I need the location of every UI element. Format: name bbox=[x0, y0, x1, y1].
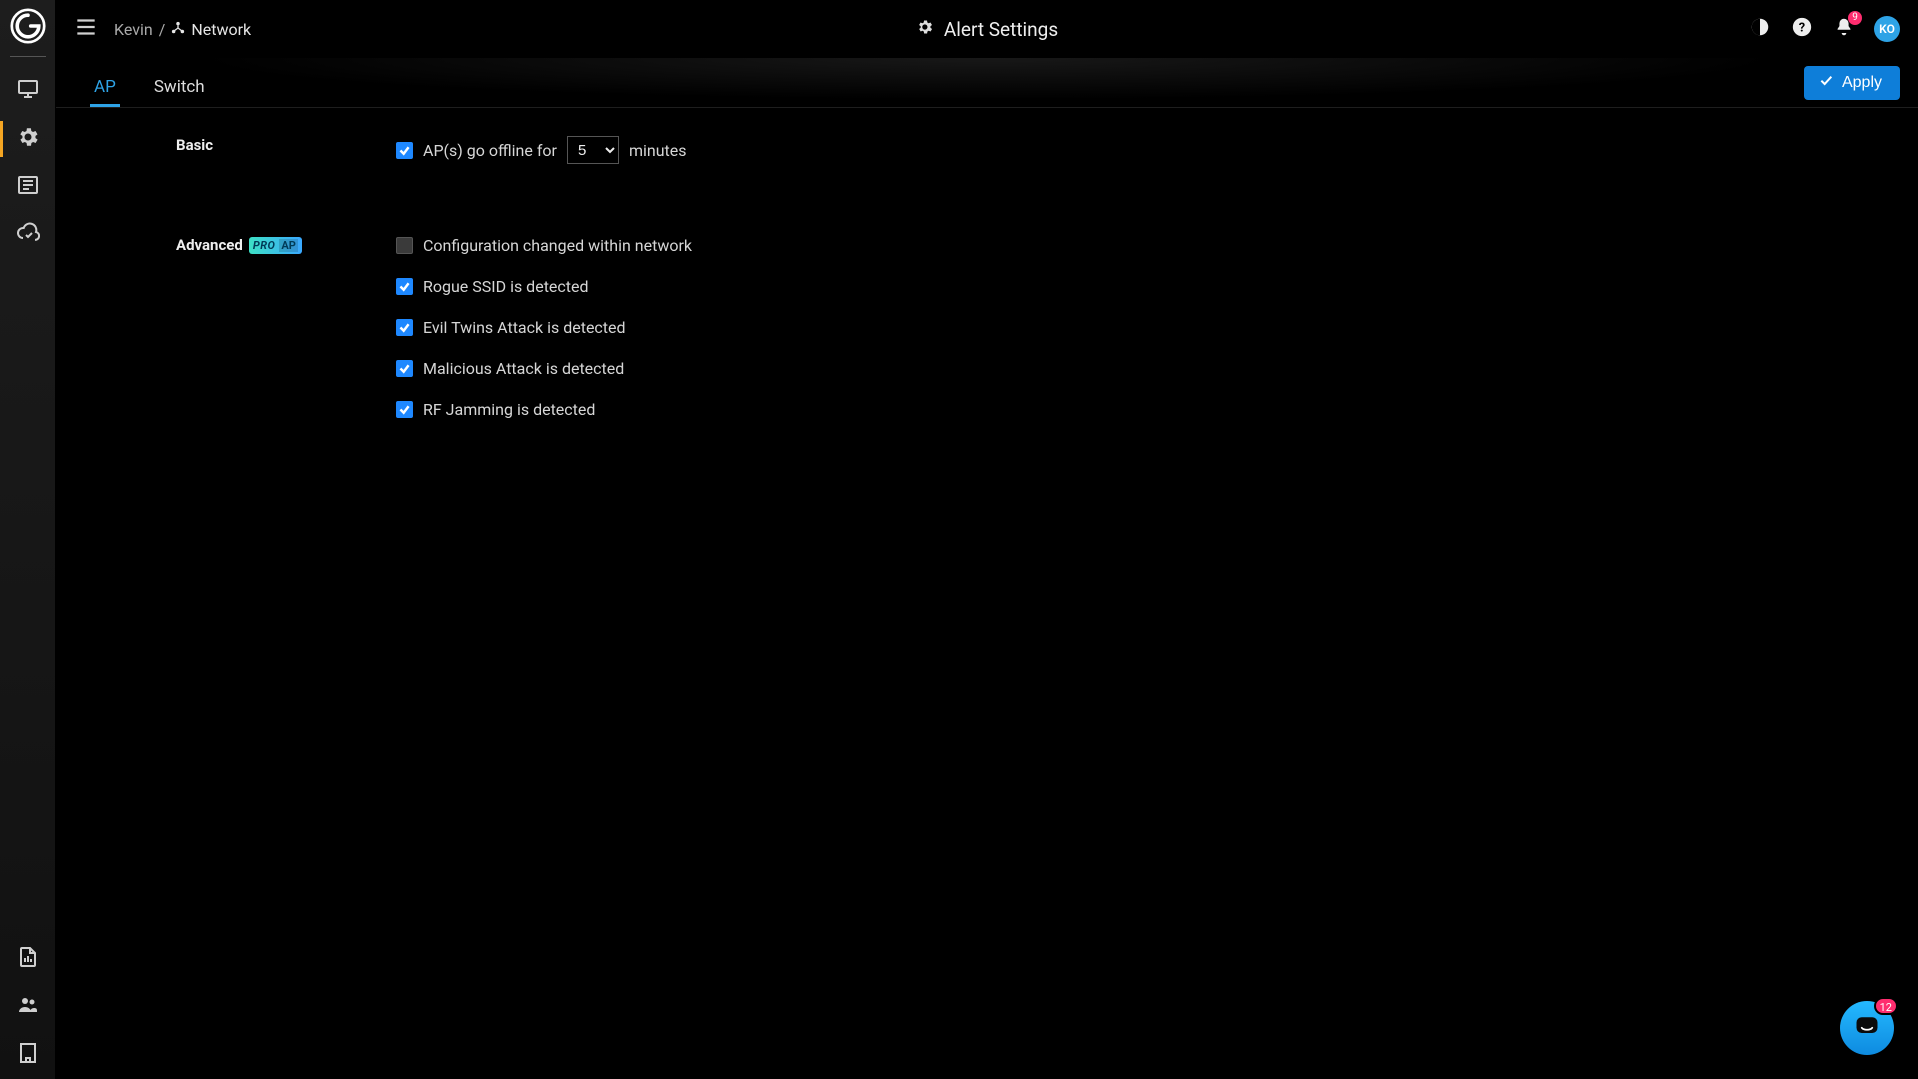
main-content: Basic AP(s) go offline for 5 minutes Adv… bbox=[56, 108, 1918, 1079]
checkbox-evil-twins[interactable] bbox=[396, 319, 413, 336]
apply-button[interactable]: Apply bbox=[1804, 66, 1900, 100]
help-button[interactable]: ? bbox=[1790, 17, 1814, 41]
checkbox-rogue-ssid[interactable] bbox=[396, 278, 413, 295]
chat-smile-icon bbox=[1853, 1012, 1881, 1044]
theme-toggle[interactable] bbox=[1748, 17, 1772, 41]
title-gear-icon bbox=[916, 18, 934, 41]
ap-offline-text-post: minutes bbox=[629, 141, 687, 160]
news-icon bbox=[16, 173, 40, 201]
nav-dashboard[interactable] bbox=[0, 67, 56, 115]
contrast-icon bbox=[1749, 16, 1771, 42]
rf-jamming-label: RF Jamming is detected bbox=[423, 400, 595, 419]
checkbox-ap-offline[interactable] bbox=[396, 142, 413, 159]
checkbox-malicious-attack[interactable] bbox=[396, 360, 413, 377]
chat-launcher[interactable]: 12 bbox=[1840, 1001, 1894, 1055]
monitor-icon bbox=[16, 77, 40, 105]
nav-settings[interactable] bbox=[0, 115, 56, 163]
brand-logo[interactable] bbox=[8, 6, 48, 46]
checkbox-rf-jamming[interactable] bbox=[396, 401, 413, 418]
field-config-changed: Configuration changed within network bbox=[396, 236, 1878, 255]
section-advanced-label: Advanced bbox=[176, 236, 243, 254]
nav-users[interactable] bbox=[0, 983, 56, 1031]
malicious-attack-label: Malicious Attack is detected bbox=[423, 359, 624, 378]
check-icon bbox=[1818, 72, 1834, 93]
apply-label: Apply bbox=[1842, 74, 1882, 92]
svg-text:?: ? bbox=[1799, 21, 1805, 36]
section-advanced: Advanced PRO AP Configuration changed wi… bbox=[96, 236, 1878, 441]
user-avatar[interactable]: KO bbox=[1874, 16, 1900, 42]
evil-twins-label: Evil Twins Attack is detected bbox=[423, 318, 626, 337]
field-evil-twins: Evil Twins Attack is detected bbox=[396, 318, 1878, 337]
gear-icon bbox=[16, 125, 40, 153]
section-basic: Basic AP(s) go offline for 5 minutes bbox=[96, 136, 1878, 186]
rogue-ssid-label: Rogue SSID is detected bbox=[423, 277, 589, 296]
nav-cloud[interactable] bbox=[0, 211, 56, 259]
badge-pro-text: PRO bbox=[253, 239, 276, 252]
ap-offline-minutes-select[interactable]: 5 bbox=[567, 136, 619, 164]
rail-divider bbox=[10, 56, 46, 57]
subheader: AP Switch Apply bbox=[56, 58, 1918, 108]
page-title: Alert Settings bbox=[916, 18, 1058, 41]
checkbox-config-changed[interactable] bbox=[396, 237, 413, 254]
app-header: Kevin / Network Alert Settings ? bbox=[56, 0, 1918, 58]
field-ap-offline: AP(s) go offline for 5 minutes bbox=[396, 136, 1878, 164]
nav-doc-stats[interactable] bbox=[0, 935, 56, 983]
config-changed-label: Configuration changed within network bbox=[423, 236, 692, 255]
users-icon bbox=[16, 993, 40, 1021]
help-icon: ? bbox=[1791, 16, 1813, 42]
page-title-text: Alert Settings bbox=[944, 18, 1058, 41]
badge-ap-text: AP bbox=[279, 239, 297, 252]
network-icon bbox=[171, 20, 185, 39]
breadcrumb: Kevin / Network bbox=[114, 20, 251, 39]
cloud-sync-icon bbox=[16, 221, 40, 249]
pro-ap-badge: PRO AP bbox=[249, 237, 302, 254]
menu-toggle[interactable] bbox=[66, 9, 106, 49]
sidebar-rail bbox=[0, 0, 56, 1079]
hamburger-icon bbox=[73, 14, 99, 44]
field-rogue-ssid: Rogue SSID is detected bbox=[396, 277, 1878, 296]
chat-count: 12 bbox=[1874, 997, 1898, 1015]
doc-chart-icon bbox=[16, 945, 40, 973]
field-rf-jamming: RF Jamming is detected bbox=[396, 400, 1878, 419]
ap-offline-text-pre: AP(s) go offline for bbox=[423, 141, 557, 160]
notifications-count: 9 bbox=[1848, 11, 1862, 25]
section-basic-label: Basic bbox=[176, 136, 213, 154]
tab-switch[interactable]: Switch bbox=[150, 77, 209, 107]
breadcrumb-user[interactable]: Kevin bbox=[114, 20, 153, 39]
breadcrumb-sep: / bbox=[159, 20, 166, 39]
field-malicious-attack: Malicious Attack is detected bbox=[396, 359, 1878, 378]
tab-ap[interactable]: AP bbox=[90, 77, 120, 107]
notifications-button[interactable]: 9 bbox=[1832, 17, 1856, 41]
tab-bar: AP Switch bbox=[90, 58, 209, 107]
breadcrumb-network-label: Network bbox=[191, 20, 251, 39]
nav-reports[interactable] bbox=[0, 163, 56, 211]
building-icon bbox=[16, 1041, 40, 1069]
breadcrumb-network[interactable]: Network bbox=[171, 20, 251, 39]
nav-org[interactable] bbox=[0, 1031, 56, 1079]
